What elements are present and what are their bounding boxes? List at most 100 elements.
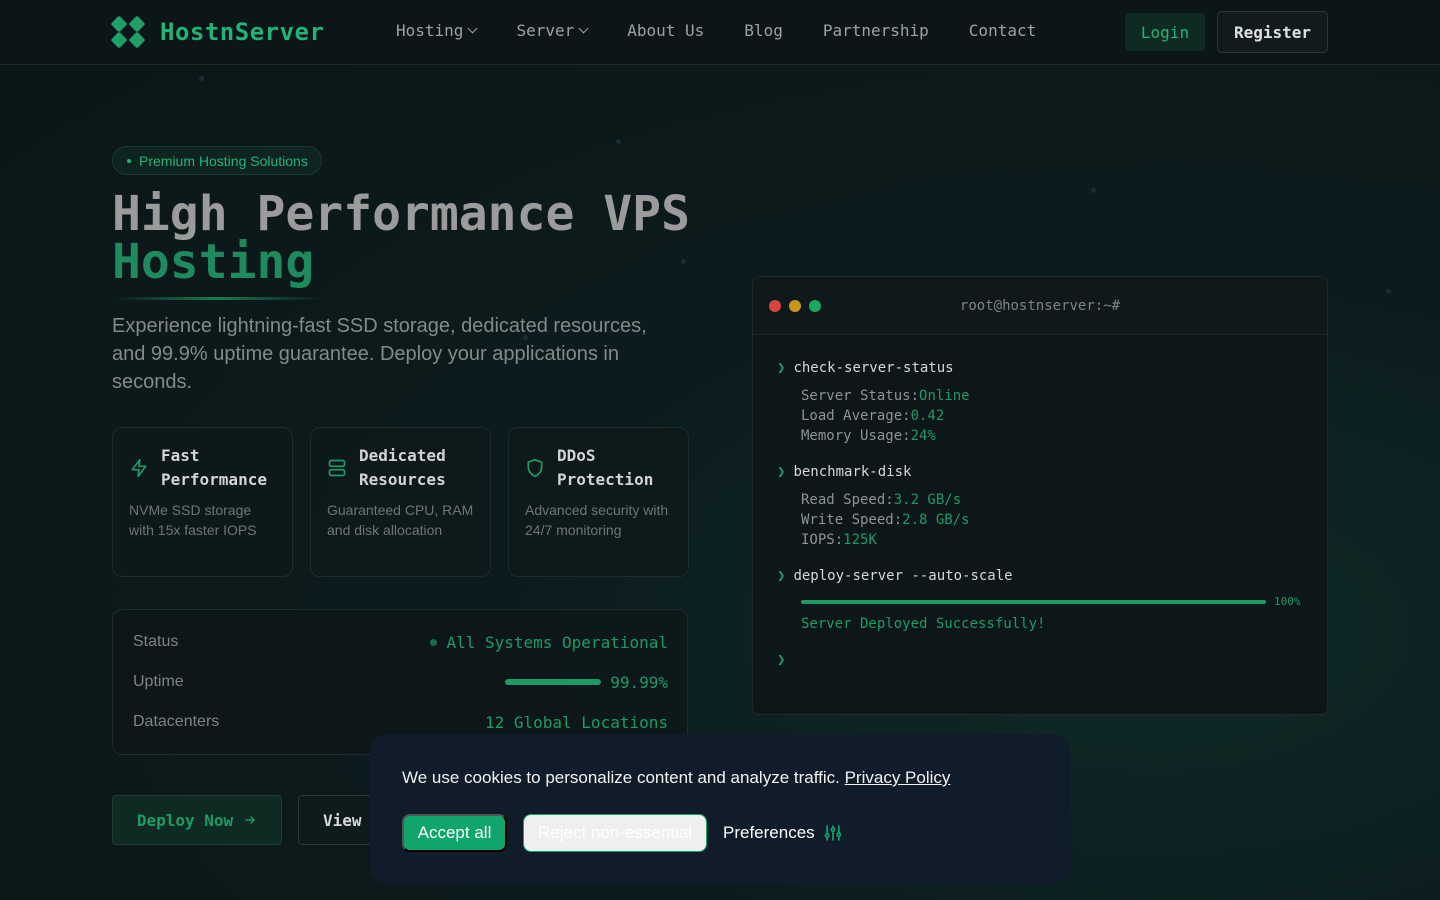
terminal-window: root@hostnserver:~# ❯ check-server-status…	[752, 276, 1328, 715]
datacenters-label: Datacenters	[133, 713, 220, 730]
output-value: 0.42	[910, 408, 945, 424]
output-value: 24%	[910, 428, 936, 444]
status-value-text: All Systems Operational	[446, 632, 668, 652]
command-text: benchmark-disk	[793, 464, 912, 480]
uptime-bar	[505, 679, 602, 685]
accept-all-button[interactable]: Accept all	[402, 814, 507, 852]
uptime-row: Uptime 99.99%	[133, 670, 668, 694]
feature-title: Dedicated Resources	[359, 446, 446, 489]
terminal-title: root@hostnserver:~#	[959, 298, 1121, 314]
datacenters-row: Datacenters 12 Global Locations	[133, 710, 668, 734]
terminal-prompt[interactable]: ❯	[777, 652, 793, 668]
hero-badge-text: Premium Hosting Solutions	[139, 152, 308, 169]
nav-blog-label: Blog	[744, 21, 783, 40]
terminal-output: Server Status:Online	[801, 388, 970, 404]
top-navigation: HostnServer Hosting Server About Us Blog…	[0, 0, 1440, 65]
prompt-chevron-icon: ❯	[777, 568, 786, 584]
uptime-label: Uptime	[133, 673, 184, 690]
feature-desc: Guaranteed CPU, RAM and disk allocation	[327, 502, 474, 538]
output-key: Load Average:	[801, 408, 911, 424]
uptime-bar-fill	[505, 679, 602, 685]
brand-name: HostnServer	[160, 18, 325, 46]
uptime-value-text: 99.99%	[610, 672, 668, 692]
lightning-icon	[131, 458, 147, 478]
nav-contact[interactable]: Contact	[969, 21, 1036, 40]
nav-server-label: Server	[516, 21, 575, 40]
output-value: 2.8 GB/s	[902, 512, 970, 528]
terminal-command: ❯ check-server-status	[777, 360, 954, 376]
output-key: Memory Usage:	[801, 428, 911, 444]
status-label: Status	[133, 633, 179, 650]
decorative-speck	[199, 76, 204, 81]
prompt-chevron-icon: ❯	[777, 652, 786, 668]
status-dot-icon	[430, 638, 438, 646]
command-text: deploy-server --auto-scale	[793, 568, 1013, 584]
deploy-progress-label: 100%	[1274, 595, 1301, 608]
hero-badge: Premium Hosting Solutions	[112, 146, 322, 175]
server-icon	[328, 459, 346, 477]
terminal-output: Write Speed:2.8 GB/s	[801, 512, 970, 528]
feature-card-fast-performance: Fast Performance NVMe SSD storage with 1…	[112, 427, 293, 577]
cookie-consent-banner: We use cookies to personalize content an…	[370, 734, 1070, 884]
feature-cards: Fast Performance NVMe SSD storage with 1…	[112, 427, 689, 577]
feature-desc: Advanced security with 24/7 monitoring	[525, 502, 669, 538]
decorative-speck	[1091, 188, 1096, 193]
sliders-icon	[824, 825, 842, 841]
feature-title: Fast Performance	[161, 446, 267, 489]
status-value: All Systems Operational	[430, 633, 668, 652]
nav-partnership-label: Partnership	[822, 21, 929, 40]
output-key: Write Speed:	[801, 512, 903, 528]
feature-desc: NVMe SSD storage with 15x faster IOPS	[129, 502, 257, 538]
terminal-output: Read Speed:3.2 GB/s	[801, 492, 961, 508]
hero-subtitle: Experience lightning-fast SSD storage, d…	[112, 315, 647, 393]
deploy-progress-bar	[801, 600, 1266, 604]
title-underline	[112, 297, 322, 300]
prompt-chevron-icon: ❯	[777, 464, 786, 480]
badge-dot-icon	[127, 158, 131, 163]
nav-hosting[interactable]: Hosting	[396, 21, 478, 40]
cookie-text: We use cookies to personalize content an…	[402, 768, 840, 787]
register-button[interactable]: Register	[1217, 11, 1328, 53]
terminal-header: root@hostnserver:~#	[753, 277, 1327, 335]
nav-partnership[interactable]: Partnership	[823, 21, 929, 40]
arrow-right-icon	[245, 815, 256, 825]
nav-blog[interactable]: Blog	[744, 21, 783, 40]
nav-contact-label: Contact	[968, 21, 1037, 40]
command-text: check-server-status	[793, 360, 954, 376]
preferences-button[interactable]: Preferences	[723, 814, 843, 852]
feature-title: DDoS Protection	[557, 446, 654, 489]
hero-title: High Performance VPS Hosting	[112, 190, 732, 286]
nav-about-us[interactable]: About Us	[627, 21, 704, 40]
deploy-now-label: Deploy Now	[136, 810, 234, 830]
hero-title-line2: Hosting	[112, 234, 315, 290]
preferences-label: Preferences	[723, 823, 815, 842]
terminal-output: Memory Usage:24%	[801, 428, 936, 444]
reject-non-essential-button[interactable]: Reject non-essential	[523, 814, 707, 852]
privacy-policy-link[interactable]: Privacy Policy	[845, 768, 951, 787]
brand-logo[interactable]: HostnServer	[110, 15, 325, 49]
status-row: Status All Systems Operational	[133, 630, 668, 654]
nav-about-label: About Us	[627, 21, 705, 40]
prompt-chevron-icon: ❯	[777, 360, 786, 376]
deploy-now-button[interactable]: Deploy Now	[112, 795, 282, 845]
terminal-command: ❯ deploy-server --auto-scale	[777, 568, 1013, 584]
decorative-speck	[1386, 289, 1391, 294]
output-key: IOPS:	[801, 532, 844, 548]
output-value: Online	[919, 388, 970, 404]
shield-icon	[527, 458, 543, 478]
chevron-down-icon	[467, 23, 478, 34]
terminal-output: IOPS:125K	[801, 532, 877, 548]
nav-server[interactable]: Server	[516, 21, 589, 40]
feature-card-ddos-protection: DDoS Protection Advanced security with 2…	[508, 427, 689, 577]
login-button[interactable]: Login	[1125, 13, 1205, 51]
feature-card-dedicated-resources: Dedicated Resources Guaranteed CPU, RAM …	[310, 427, 491, 577]
output-key: Read Speed:	[801, 492, 894, 508]
nav-hosting-label: Hosting	[396, 21, 464, 40]
output-value: 3.2 GB/s	[893, 492, 962, 508]
deploy-success-message: Server Deployed Successfully!	[801, 616, 1046, 632]
decorative-speck	[616, 139, 621, 144]
output-value: 125K	[843, 532, 877, 548]
cookie-message: We use cookies to personalize content an…	[402, 768, 950, 788]
uptime-value: 99.99%	[505, 673, 668, 692]
logo-cubes-icon	[110, 15, 146, 49]
